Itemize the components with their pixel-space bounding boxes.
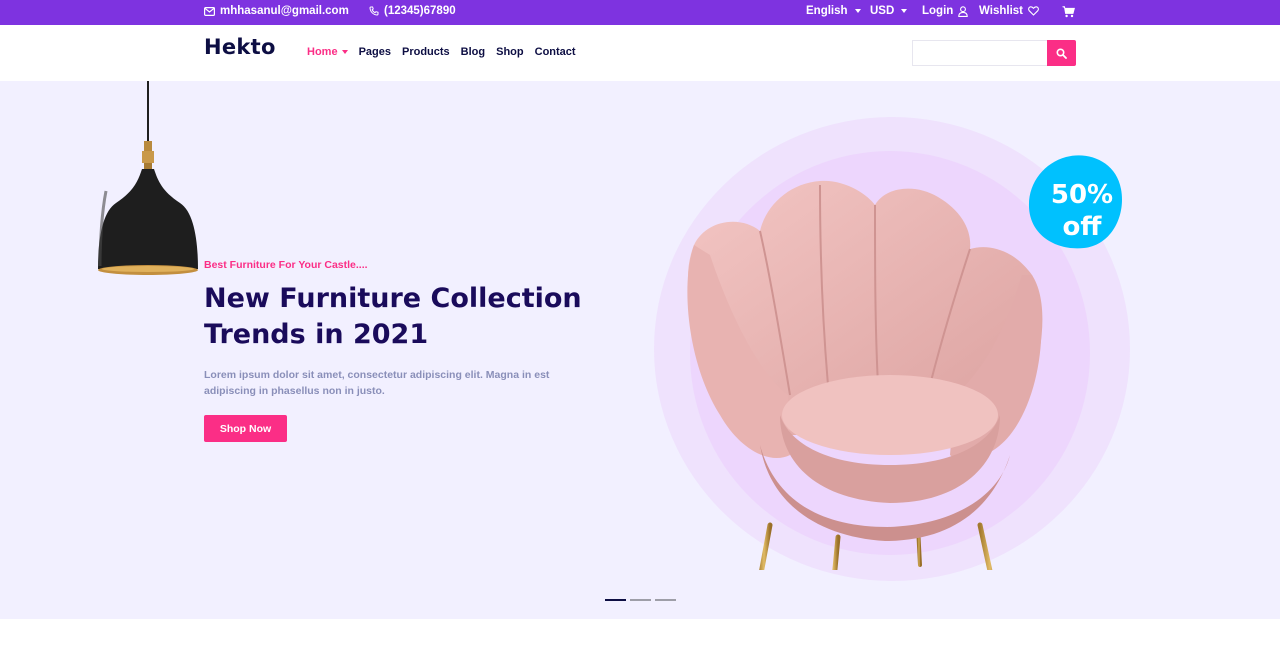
wishlist-label: Wishlist [979,5,1023,17]
phone-contact[interactable]: (12345)67890 [369,5,456,17]
hero-eyebrow: Best Furniture For Your Castle.... [204,259,368,271]
top-bar: mhhasanul@gmail.com (12345)67890 English… [0,0,1280,25]
login-label: Login [922,5,954,17]
nav-item-blog[interactable]: Blog [461,46,485,58]
phone-icon [369,6,379,16]
headline-line-1: New Furniture Collection [204,283,582,314]
mail-icon [204,6,215,16]
cart-icon [1062,6,1075,18]
hero-banner: Best Furniture For Your Castle.... New F… [0,81,1280,619]
chevron-down-icon [901,9,908,13]
slider-indicators [605,599,676,601]
chevron-down-icon [341,50,348,54]
nav-item-label: Shop [496,46,524,58]
nav-item-label: Pages [358,46,391,58]
brand-logo[interactable]: Hekto [204,35,276,59]
nav-item-label: Blog [460,46,486,58]
discount-badge: 50% off [1040,179,1124,243]
email-contact[interactable]: mhhasanul@gmail.com [204,5,349,17]
slide-indicator-3[interactable] [655,599,676,601]
search-button[interactable] [1047,40,1076,66]
phone-text: (12345)67890 [384,5,456,17]
nav-item-label: Products [401,46,450,58]
search-icon [1056,47,1067,59]
language-label: English [806,5,848,17]
shop-now-button[interactable]: Shop Now [204,415,287,442]
main-navbar: Hekto Home Pages Products Blog Shop Cont… [0,25,1280,81]
language-select[interactable]: English [806,5,861,17]
slide-indicator-2[interactable] [630,599,651,601]
heart-icon [1028,6,1039,16]
search-input[interactable] [912,40,1048,66]
wishlist-link[interactable]: Wishlist [979,5,1039,17]
slide-indicator-1[interactable] [605,599,626,601]
user-icon [958,5,969,17]
hero-description: Lorem ipsum dolor sit amet, consectetur … [204,369,550,397]
main-menu: Home Pages Products Blog Shop Contact [307,46,576,58]
nav-item-products[interactable]: Products [402,46,450,58]
currency-label: USD [870,5,895,17]
chevron-down-icon [854,9,861,13]
nav-item-pages[interactable]: Pages [359,46,391,58]
nav-item-contact[interactable]: Contact [535,46,576,58]
nav-item-label: Contact [534,46,576,58]
nav-item-shop[interactable]: Shop [496,46,524,58]
badge-off: off [1062,212,1102,242]
hero-headline: New Furniture Collection Trends in 2021 [204,281,624,353]
badge-percent: 50% [1050,180,1114,210]
email-text: mhhasanul@gmail.com [220,5,349,17]
nav-item-label: Home [307,46,338,58]
nav-item-home[interactable]: Home [307,46,348,58]
pendant-lamp-image [98,81,198,275]
headline-line-2: Trends in 2021 [204,319,429,350]
login-link[interactable]: Login [922,5,969,17]
pink-armchair-image [687,180,1043,570]
cart-button[interactable] [1062,6,1075,18]
currency-select[interactable]: USD [870,5,908,17]
